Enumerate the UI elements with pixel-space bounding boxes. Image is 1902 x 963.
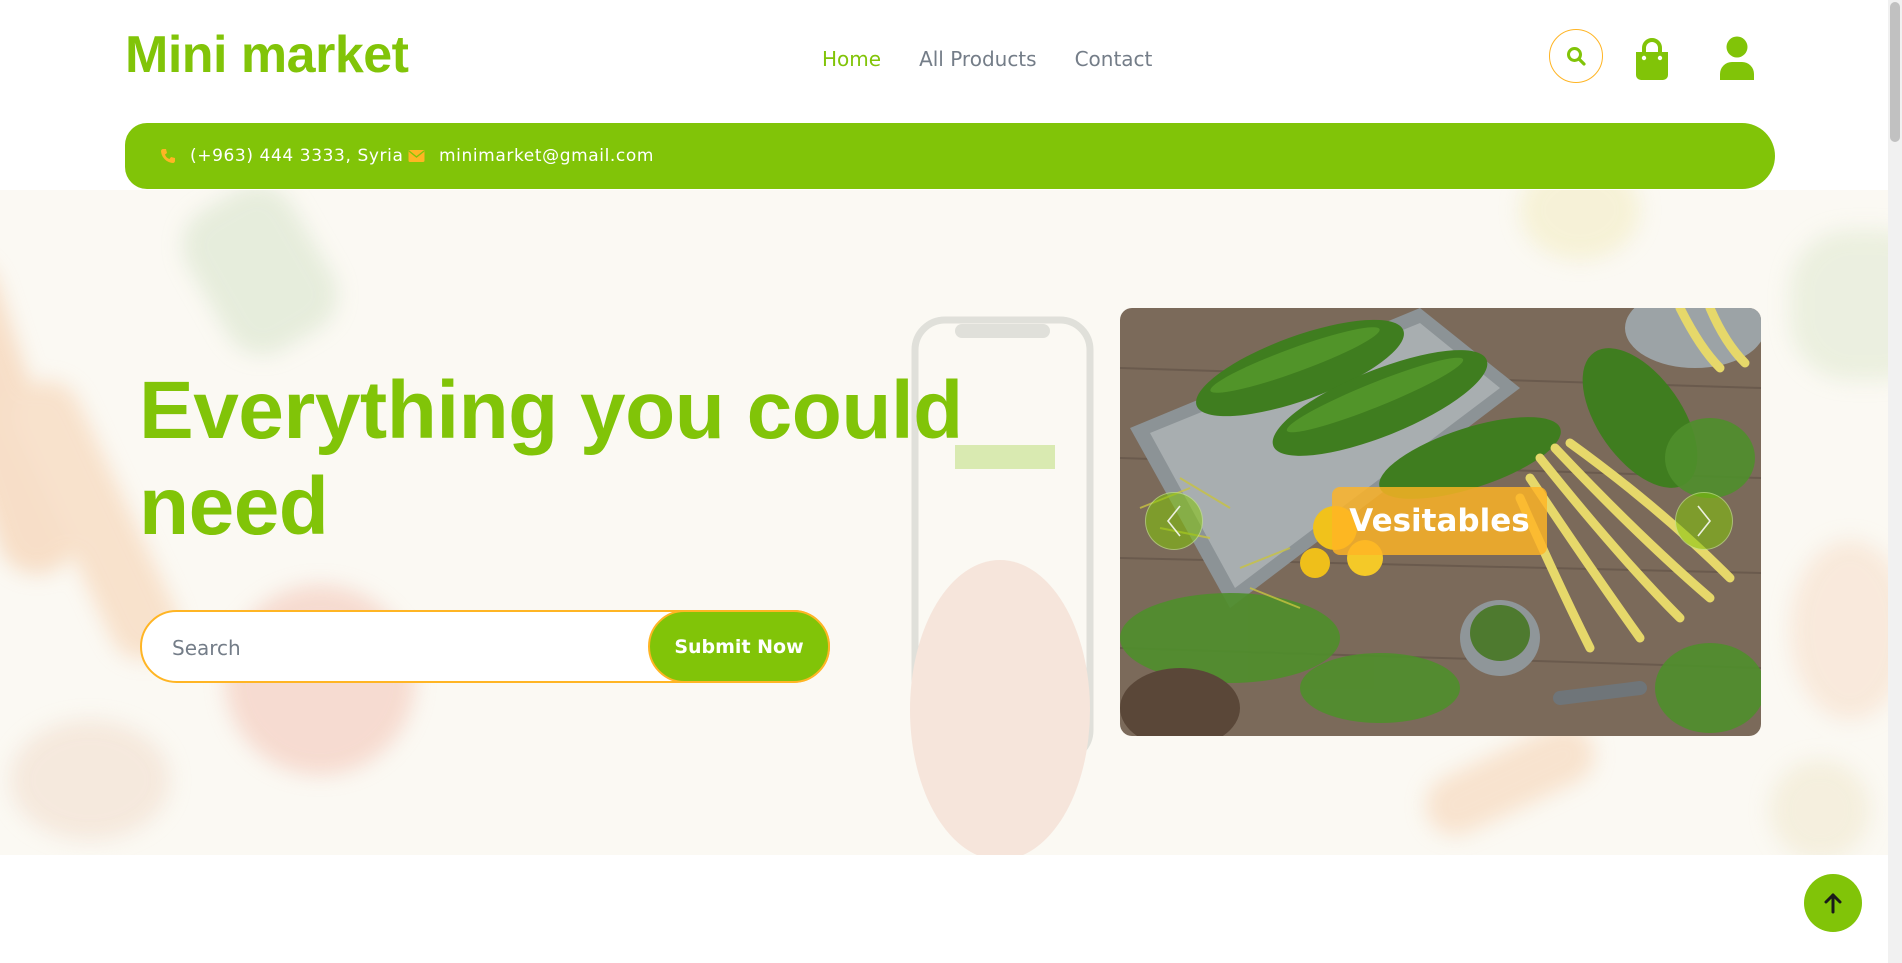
hero-section: Everything you could need Submit Now: [0, 190, 1902, 855]
topbar-phone-text: (+963) 444 3333, Syria: [190, 146, 404, 166]
hero-search-input[interactable]: [170, 612, 634, 683]
topbar-email[interactable]: minimarket@gmail.com: [408, 123, 654, 189]
carousel-prev-button[interactable]: [1145, 492, 1203, 550]
phone-icon: [161, 149, 175, 163]
envelope-icon: [408, 150, 425, 162]
nav-all-products[interactable]: All Products: [919, 46, 1037, 72]
scrollbar-thumb[interactable]: [1890, 2, 1900, 142]
shopping-bag-icon[interactable]: [1633, 38, 1671, 80]
submit-now-button[interactable]: Submit Now: [648, 610, 830, 683]
back-to-top-button[interactable]: [1804, 874, 1862, 932]
hero-title: Everything you could need: [139, 365, 963, 552]
topbar-email-text: minimarket@gmail.com: [439, 146, 655, 166]
brand-logo[interactable]: Mini market: [125, 24, 409, 86]
nav-home[interactable]: Home: [822, 46, 881, 72]
carousel-next-button[interactable]: [1675, 492, 1733, 550]
page-scrollbar[interactable]: [1888, 0, 1902, 963]
hero-search-form: Submit Now: [140, 610, 830, 683]
topbar-phone[interactable]: (+963) 444 3333, Syria: [160, 123, 403, 189]
chevron-left-icon: [1166, 505, 1181, 537]
site-header: Mini market Home All Products Contact (+…: [0, 0, 1902, 190]
category-carousel: Vesitables: [1120, 308, 1761, 736]
arrow-up-icon: [1824, 893, 1842, 914]
nav-contact[interactable]: Contact: [1075, 46, 1153, 72]
search-icon: [1567, 47, 1586, 66]
header-search-button[interactable]: [1549, 29, 1603, 83]
carousel-caption[interactable]: Vesitables: [1332, 487, 1547, 555]
chevron-right-icon: [1697, 505, 1712, 537]
contact-topbar: (+963) 444 3333, Syria minimarket@gmail.…: [125, 123, 1775, 189]
user-icon[interactable]: [1718, 36, 1756, 80]
main-nav: Home All Products Contact: [822, 46, 1152, 72]
